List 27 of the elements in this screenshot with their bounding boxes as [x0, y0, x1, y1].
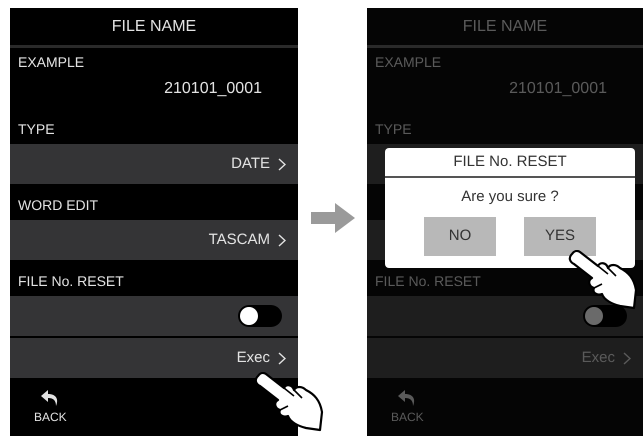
setting-label: FILE No. RESET: [375, 272, 481, 291]
setting-value-row[interactable]: TASCAM: [10, 220, 298, 260]
setting-label: EXAMPLE: [375, 53, 442, 72]
screen-title: FILE NAME: [112, 16, 196, 36]
chevron-right-icon: [278, 158, 286, 170]
setting-label: WORD EDIT: [18, 196, 98, 215]
dialog-button[interactable]: NO: [424, 216, 496, 256]
toggle-switch[interactable]: [583, 305, 627, 327]
setting-label: EXAMPLE: [18, 53, 84, 72]
exec-row[interactable]: Exec: [10, 338, 298, 378]
dialog-title: FILE No. RESET: [453, 152, 567, 172]
setting-label: TYPE: [375, 120, 412, 139]
dialog-button[interactable]: YES: [524, 216, 596, 256]
pointing-hand-icon: [254, 372, 324, 432]
dialog-message: Are you sure ?: [461, 187, 559, 207]
setting-value-row[interactable]: DATE: [10, 144, 298, 184]
screen-title: FILE NAME: [462, 16, 548, 36]
right-arrow-icon: [310, 203, 354, 233]
setting-label: FILE No. RESET: [18, 272, 124, 291]
example-value: 210101_0001: [164, 79, 262, 99]
chevron-right-icon: [623, 352, 631, 364]
setting-label: TYPE: [18, 120, 55, 139]
chevron-right-icon: [278, 234, 286, 246]
example-value: 210101_0001: [509, 79, 607, 99]
chevron-right-icon: [278, 352, 286, 364]
toggle-switch[interactable]: [238, 305, 282, 327]
back-button[interactable]: BACK: [34, 388, 67, 426]
